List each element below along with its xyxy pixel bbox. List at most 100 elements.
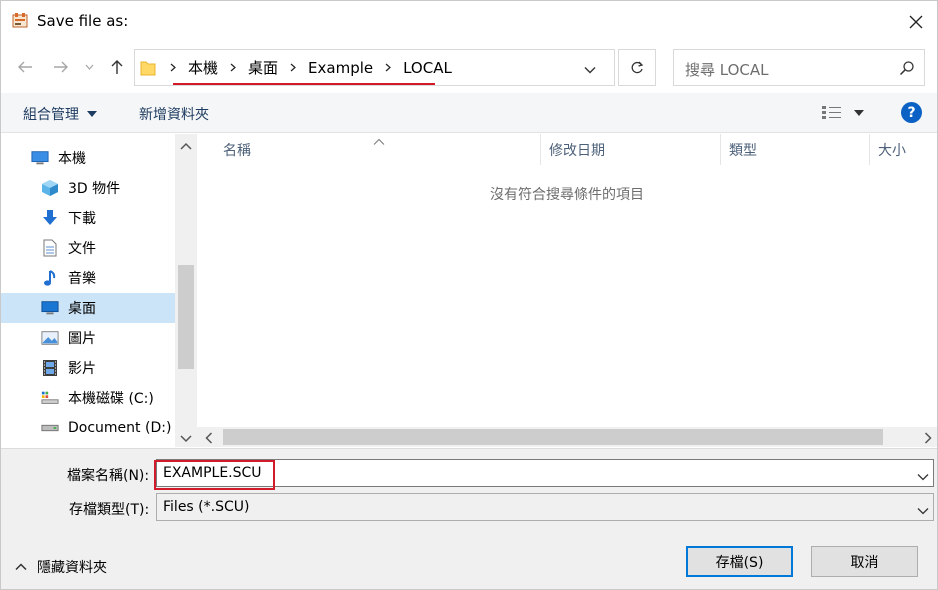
videos-icon bbox=[41, 359, 59, 377]
filetype-select[interactable]: Files (*.SCU) bbox=[156, 493, 934, 521]
chevron-right-icon bbox=[283, 63, 303, 72]
column-header-size[interactable]: 大小 bbox=[878, 140, 906, 160]
address-history-button[interactable] bbox=[584, 62, 600, 74]
sidebar-item-label: 下載 bbox=[68, 211, 96, 227]
column-divider[interactable] bbox=[540, 134, 541, 165]
close-icon bbox=[909, 15, 923, 29]
search-input[interactable]: 搜尋 LOCAL bbox=[685, 59, 769, 80]
sidebar-item-3d-objects[interactable]: 3D 物件 bbox=[1, 173, 175, 203]
address-bar[interactable]: 本機 桌面 Example LOCAL bbox=[134, 49, 615, 86]
navigation-bar: 本機 桌面 Example LOCAL 搜尋 LOCAL bbox=[1, 45, 937, 91]
caret-down-icon[interactable] bbox=[854, 110, 864, 116]
close-button[interactable] bbox=[901, 7, 931, 37]
caret-down-icon bbox=[87, 111, 97, 117]
organize-menu[interactable]: 組合管理 bbox=[23, 104, 97, 124]
scroll-down-icon[interactable] bbox=[180, 431, 192, 443]
drive-c-icon bbox=[41, 389, 59, 407]
sidebar-item-label: 3D 物件 bbox=[68, 181, 121, 197]
column-header-name[interactable]: 名稱 bbox=[223, 140, 251, 160]
path-highlight-underline bbox=[173, 83, 435, 85]
arrow-left-icon bbox=[18, 61, 32, 73]
column-header-date-modified[interactable]: 修改日期 bbox=[549, 140, 605, 160]
back-button[interactable] bbox=[13, 55, 37, 79]
sidebar-item-this-pc[interactable]: 本機 bbox=[1, 143, 175, 173]
chevron-right-icon bbox=[378, 63, 398, 72]
horizontal-scroll-thumb[interactable] bbox=[223, 429, 883, 445]
filetype-label: 存檔類型(T): bbox=[69, 502, 150, 518]
new-folder-button[interactable]: 新增資料夾 bbox=[139, 104, 209, 124]
3d-objects-icon bbox=[41, 179, 59, 197]
document-icon bbox=[41, 239, 59, 257]
dialog-title: Save file as: bbox=[37, 12, 129, 30]
command-bar: 組合管理 新增資料夾 bbox=[1, 93, 937, 133]
sidebar-item-label: 影片 bbox=[68, 361, 96, 377]
empty-folder-message: 沒有符合搜尋條件的項目 bbox=[490, 187, 644, 203]
refresh-button[interactable] bbox=[618, 49, 656, 86]
column-header-type[interactable]: 類型 bbox=[729, 140, 757, 160]
chevron-up-icon bbox=[15, 563, 27, 571]
view-options-icon[interactable] bbox=[821, 105, 843, 121]
scroll-up-icon[interactable] bbox=[180, 140, 192, 150]
hide-folders-toggle[interactable]: 隱藏資料夾 bbox=[15, 557, 107, 577]
cancel-button[interactable]: 取消 bbox=[811, 546, 918, 577]
sidebar-item-drive-c[interactable]: 本機磁碟 (C:) bbox=[1, 383, 175, 413]
recent-locations-button[interactable] bbox=[81, 55, 97, 79]
sidebar-scrollbar[interactable] bbox=[175, 134, 197, 447]
file-list-horizontal-scrollbar[interactable] bbox=[197, 427, 937, 447]
title-bar: Save file as: bbox=[1, 1, 937, 43]
search-icon[interactable] bbox=[899, 60, 915, 76]
desktop-icon bbox=[41, 299, 59, 317]
search-box[interactable]: 搜尋 LOCAL bbox=[673, 49, 925, 86]
scroll-right-icon[interactable] bbox=[924, 432, 932, 444]
chevron-right-icon bbox=[223, 63, 243, 72]
drive-d-icon bbox=[41, 419, 59, 437]
breadcrumb: 本機 桌面 Example LOCAL bbox=[163, 50, 457, 85]
organize-label: 組合管理 bbox=[23, 107, 79, 123]
filename-highlight-box bbox=[154, 460, 275, 490]
folder-icon bbox=[140, 59, 156, 76]
sidebar-item-label: 圖片 bbox=[68, 331, 96, 347]
app-icon bbox=[12, 12, 28, 28]
hide-folders-label: 隱藏資料夾 bbox=[37, 560, 107, 576]
sidebar-item-label: 本機磁碟 (C:) bbox=[68, 391, 154, 407]
filename-label: 檔案名稱(N): bbox=[67, 468, 150, 484]
chevron-right-icon bbox=[163, 63, 183, 72]
sidebar-item-pictures[interactable]: 圖片 bbox=[1, 323, 175, 353]
sidebar-item-desktop[interactable]: 桌面 bbox=[1, 293, 175, 323]
music-icon bbox=[41, 269, 59, 287]
new-folder-label: 新增資料夾 bbox=[139, 107, 209, 123]
refresh-icon bbox=[631, 61, 644, 73]
sidebar-scroll-thumb[interactable] bbox=[178, 265, 194, 369]
breadcrumb-example[interactable]: Example bbox=[303, 59, 378, 77]
sidebar-item-label: Document (D:) bbox=[68, 420, 172, 436]
sort-ascending-icon bbox=[373, 134, 385, 145]
sidebar-item-music[interactable]: 音樂 bbox=[1, 263, 175, 293]
up-button[interactable] bbox=[105, 55, 129, 79]
sidebar-item-videos[interactable]: 影片 bbox=[1, 353, 175, 383]
scroll-left-icon[interactable] bbox=[205, 432, 213, 444]
chevron-down-icon bbox=[85, 64, 93, 70]
help-icon[interactable]: ? bbox=[901, 102, 922, 123]
sidebar-item-drive-d[interactable]: Document (D:) bbox=[1, 413, 175, 443]
forward-button[interactable] bbox=[49, 55, 73, 79]
chevron-down-icon[interactable] bbox=[917, 469, 929, 481]
column-divider[interactable] bbox=[869, 134, 870, 165]
sidebar-item-label: 桌面 bbox=[68, 301, 96, 317]
column-divider[interactable] bbox=[720, 134, 721, 165]
breadcrumb-local[interactable]: LOCAL bbox=[398, 59, 457, 77]
save-options-panel: 檔案名稱(N): EXAMPLE.SCU 存檔類型(T): Files (*.S… bbox=[1, 448, 937, 589]
sidebar-item-label: 本機 bbox=[58, 151, 86, 167]
sidebar-item-downloads[interactable]: 下載 bbox=[1, 203, 175, 233]
save-file-dialog: Save file as: 本機 桌面 Example LOCAL 搜尋 LOC… bbox=[0, 0, 938, 590]
file-list: 名稱 修改日期 類型 大小 沒有符合搜尋條件的項目 bbox=[197, 134, 937, 447]
chevron-down-icon[interactable] bbox=[917, 503, 929, 515]
arrow-right-icon bbox=[54, 61, 68, 73]
breadcrumb-desktop[interactable]: 桌面 bbox=[243, 57, 283, 78]
filetype-selected-value: Files (*.SCU) bbox=[163, 499, 250, 515]
breadcrumb-this-pc[interactable]: 本機 bbox=[183, 57, 223, 78]
sidebar-item-documents[interactable]: 文件 bbox=[1, 233, 175, 263]
save-button[interactable]: 存檔(S) bbox=[686, 546, 793, 577]
chevron-down-icon bbox=[584, 67, 596, 74]
sidebar-item-label: 文件 bbox=[68, 241, 96, 257]
sidebar-item-label: 音樂 bbox=[68, 271, 96, 287]
